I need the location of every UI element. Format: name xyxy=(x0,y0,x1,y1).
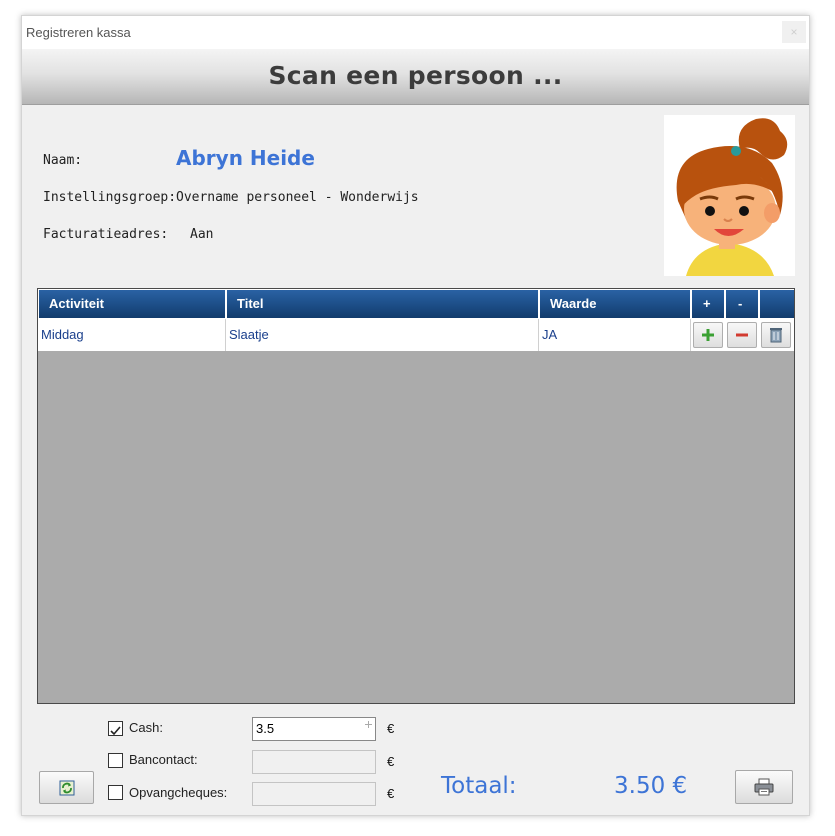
cell-titel[interactable]: Slaatje xyxy=(226,319,539,351)
bancontact-checkbox[interactable] xyxy=(108,753,123,768)
checkmark-icon xyxy=(110,726,121,736)
activity-grid: Activiteit Titel Waarde + - Middag Slaat… xyxy=(37,288,795,704)
plus-icon xyxy=(702,329,714,341)
billing-label: Facturatieadres: xyxy=(43,227,169,242)
increase-button[interactable] xyxy=(693,322,723,348)
bancontact-currency: € xyxy=(387,754,395,769)
minus-icon xyxy=(736,333,748,337)
opvangcheques-label: Opvangcheques: xyxy=(129,785,228,800)
table-row[interactable]: Middag Slaatje JA xyxy=(38,319,794,351)
column-header-activiteit[interactable]: Activiteit xyxy=(39,290,225,318)
cell-waarde[interactable]: JA xyxy=(539,319,691,351)
scan-prompt: Scan een persoon ... xyxy=(268,61,563,90)
name-label: Naam: xyxy=(43,153,83,168)
billing-value: Aan xyxy=(190,227,214,242)
column-header-plus[interactable]: + xyxy=(692,290,724,318)
window-title: Registreren kassa xyxy=(26,25,131,40)
total-value: 3.50 € xyxy=(614,773,688,799)
decrease-button[interactable] xyxy=(727,322,757,348)
print-button[interactable] xyxy=(735,770,793,804)
register-window: Registreren kassa × Scan een persoon ...… xyxy=(21,15,810,816)
delete-row-button[interactable] xyxy=(761,322,791,348)
column-header-action xyxy=(760,290,794,318)
girl-avatar-icon xyxy=(676,118,788,276)
cash-amount-value: 3.5 xyxy=(256,721,275,736)
bancontact-label: Bancontact: xyxy=(129,752,198,767)
opvangcheques-currency: € xyxy=(387,786,395,801)
trash-icon xyxy=(770,328,782,343)
title-bar: Registreren kassa × xyxy=(22,16,809,49)
opvangcheques-checkbox[interactable] xyxy=(108,785,123,800)
group-value: Overname personeel - Wonderwijs xyxy=(176,190,419,205)
close-button[interactable]: × xyxy=(782,21,806,43)
person-name: Abryn Heide xyxy=(176,146,315,170)
cash-checkbox[interactable] xyxy=(108,721,123,736)
grid-header: Activiteit Titel Waarde + - xyxy=(38,289,794,319)
header-banner: Scan een persoon ... xyxy=(22,49,809,105)
column-header-minus[interactable]: - xyxy=(726,290,758,318)
cell-activiteit[interactable]: Middag xyxy=(38,319,226,351)
cash-amount-input[interactable]: 3.5 xyxy=(252,717,376,741)
bancontact-amount-input[interactable] xyxy=(252,750,376,774)
cash-label: Cash: xyxy=(129,720,163,735)
group-label: Instellingsgroep: xyxy=(43,190,177,205)
opvangcheques-amount-input[interactable] xyxy=(252,782,376,806)
printer-icon xyxy=(754,778,774,796)
person-photo xyxy=(664,115,795,276)
column-header-titel[interactable]: Titel xyxy=(227,290,538,318)
cash-currency: € xyxy=(387,721,395,736)
calculator-plus-icon[interactable] xyxy=(365,721,372,728)
refresh-button[interactable] xyxy=(39,771,94,804)
refresh-icon xyxy=(59,780,74,795)
column-header-waarde[interactable]: Waarde xyxy=(540,290,690,318)
total-label: Totaal: xyxy=(441,773,517,799)
